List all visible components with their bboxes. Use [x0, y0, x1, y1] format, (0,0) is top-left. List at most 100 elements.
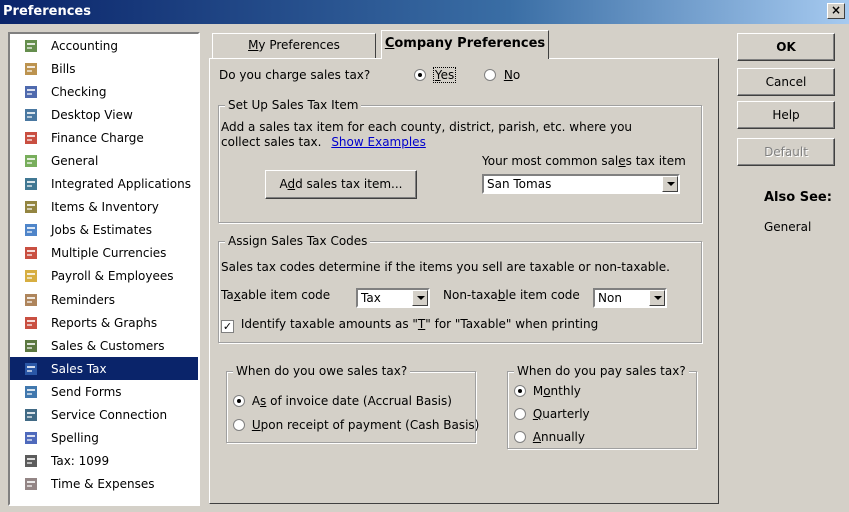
sidebar-item-label: Sales Tax: [51, 361, 107, 376]
add-sales-tax-item-pre: A: [279, 177, 288, 191]
company-preferences-panel: Do you charge sales tax? Yes No Set Up S…: [209, 58, 719, 504]
nontaxable-item-code-value: Non: [598, 291, 622, 305]
setup-description-line1: Add a sales tax item for each county, di…: [221, 120, 633, 134]
common-tax-item-select[interactable]: San Tomas: [482, 174, 680, 194]
tab-my-preferences[interactable]: My Preferences: [212, 33, 376, 58]
sidebar-item[interactable]: Accounting: [10, 34, 198, 57]
sidebar-item[interactable]: Checking: [10, 80, 198, 103]
default-button: Default: [737, 138, 835, 166]
checkmark-icon: ✓: [221, 320, 234, 333]
sidebar-item-label: General: [51, 154, 99, 169]
sidebar-item[interactable]: Desktop View: [10, 103, 198, 126]
add-sales-tax-item-rest: d sales tax item...: [295, 177, 403, 191]
pay-sales-tax-group: When do you pay sales tax? Monthly Quart…: [507, 364, 697, 449]
quarterly-label-key: Q: [532, 407, 543, 421]
sidebar-item-label: Checking: [51, 84, 107, 99]
help-button[interactable]: Help: [737, 101, 835, 129]
nontaxable-label-rest: le item code: [505, 288, 580, 302]
sidebar-item-label: Spelling: [51, 431, 99, 446]
reminders-icon: [23, 292, 39, 308]
close-button[interactable]: ×: [827, 3, 845, 19]
cash-radio-indicator: [233, 419, 245, 431]
preferences-category-list[interactable]: Accounting Bills Checking Desktop View Finan…: [8, 32, 200, 506]
service-connection-icon: [23, 407, 39, 423]
tab-company-preferences-label: ompany Preferences: [394, 36, 546, 51]
sidebar-item[interactable]: Bills: [10, 57, 198, 80]
annually-radio[interactable]: Annually: [514, 430, 585, 444]
sidebar-item[interactable]: Reminders: [10, 288, 198, 311]
nontaxable-item-code-label: Non-taxable item code: [443, 288, 580, 302]
accrual-label-pre: A: [251, 394, 261, 408]
pay-group-legend: When do you pay sales tax?: [514, 364, 689, 378]
sidebar-item[interactable]: Finance Charge: [10, 126, 198, 149]
also-see-general-link[interactable]: General: [764, 220, 811, 234]
close-icon: ×: [830, 3, 842, 17]
accrual-basis-radio[interactable]: As of invoice date (Accrual Basis): [233, 394, 452, 408]
add-sales-tax-item-button[interactable]: Add sales tax item...: [265, 170, 417, 199]
chevron-down-icon[interactable]: [412, 290, 428, 306]
accrual-label-rest: of invoice date (Accrual Basis): [266, 394, 452, 408]
cash-basis-radio[interactable]: Upon receipt of payment (Cash Basis): [233, 418, 479, 432]
annually-label-rest: nnually: [541, 430, 585, 444]
sidebar-item[interactable]: Send Forms: [10, 380, 198, 403]
ok-button[interactable]: OK: [737, 33, 835, 61]
accrual-radio-indicator: [233, 395, 245, 407]
sidebar-item[interactable]: Items & Inventory: [10, 196, 198, 219]
identify-taxable-checkbox[interactable]: ✓ Identify taxable amounts as "T" for "T…: [221, 317, 598, 333]
sidebar-item[interactable]: Integrated Applications: [10, 173, 198, 196]
sidebar-item[interactable]: Sales Tax: [10, 357, 198, 381]
identify-label-rest: " for "Taxable" when printing: [425, 317, 599, 331]
sidebar-item-label: Reminders: [51, 292, 115, 307]
sidebar-item[interactable]: General: [10, 149, 198, 172]
sidebar-item[interactable]: Reports & Graphs: [10, 311, 198, 334]
identify-taxable-label: Identify taxable amounts as "T" for "Tax…: [241, 317, 598, 331]
sales-customers-icon: [23, 338, 39, 354]
sidebar-item[interactable]: Multiple Currencies: [10, 242, 198, 265]
charge-no-key: N: [503, 68, 513, 82]
sidebar-item-label: Multiple Currencies: [51, 246, 167, 261]
accounting-icon: [23, 38, 39, 54]
tab-my-preferences-key: M: [248, 38, 259, 52]
sidebar-item[interactable]: Spelling: [10, 427, 198, 450]
window-titlebar: Preferences ×: [0, 0, 849, 24]
charge-yes-radio[interactable]: Yes: [414, 67, 457, 83]
cancel-button[interactable]: Cancel: [737, 68, 835, 96]
tab-company-preferences[interactable]: Company Preferences: [381, 30, 549, 59]
codes-group-legend: Assign Sales Tax Codes: [225, 234, 371, 248]
finance-charge-icon: [23, 130, 39, 146]
taxable-item-code-select[interactable]: Tax: [356, 288, 430, 308]
annually-label: Annually: [533, 430, 585, 444]
sidebar-item-label: Send Forms: [51, 384, 122, 399]
nontaxable-item-code-select[interactable]: Non: [593, 288, 667, 308]
sidebar-item[interactable]: Payroll & Employees: [10, 265, 198, 288]
sidebar-item[interactable]: Tax: 1099: [10, 450, 198, 473]
monthly-label-pre: M: [532, 384, 544, 398]
sidebar-item-label: Accounting: [51, 38, 119, 53]
monthly-label-key: o: [543, 384, 551, 398]
show-examples-link[interactable]: Show Examples: [331, 135, 426, 149]
sidebar-item-label: Items & Inventory: [51, 200, 159, 215]
currencies-icon: [23, 245, 39, 261]
monthly-radio[interactable]: Monthly: [514, 384, 581, 398]
chevron-down-icon[interactable]: [649, 290, 665, 306]
sidebar-item[interactable]: Jobs & Estimates: [10, 219, 198, 242]
also-see-heading: Also See:: [764, 190, 832, 205]
sidebar-item-label: Desktop View: [51, 107, 133, 122]
charge-no-radio[interactable]: No: [484, 68, 520, 82]
chevron-down-icon[interactable]: [662, 176, 678, 192]
sidebar-item-label: Reports & Graphs: [51, 315, 158, 330]
taxable-label-key: x: [233, 288, 241, 302]
sidebar-item[interactable]: Service Connection: [10, 404, 198, 427]
tab-my-preferences-label: y Preferences: [258, 38, 340, 52]
general-icon: [23, 153, 39, 169]
nontaxable-label-pre: Non-taxa: [443, 288, 498, 302]
tax-1099-icon: [23, 453, 39, 469]
desktop-view-icon: [23, 107, 39, 123]
sidebar-item[interactable]: Sales & Customers: [10, 334, 198, 357]
charge-no-radio-indicator: [484, 69, 496, 81]
payroll-icon: [23, 268, 39, 284]
sidebar-item[interactable]: Time & Expenses: [10, 473, 198, 496]
sidebar-item-label: Tax: 1099: [51, 454, 110, 469]
quarterly-radio[interactable]: Quarterly: [514, 407, 590, 421]
cash-label-rest: pon receipt of payment (Cash Basis): [260, 418, 480, 432]
